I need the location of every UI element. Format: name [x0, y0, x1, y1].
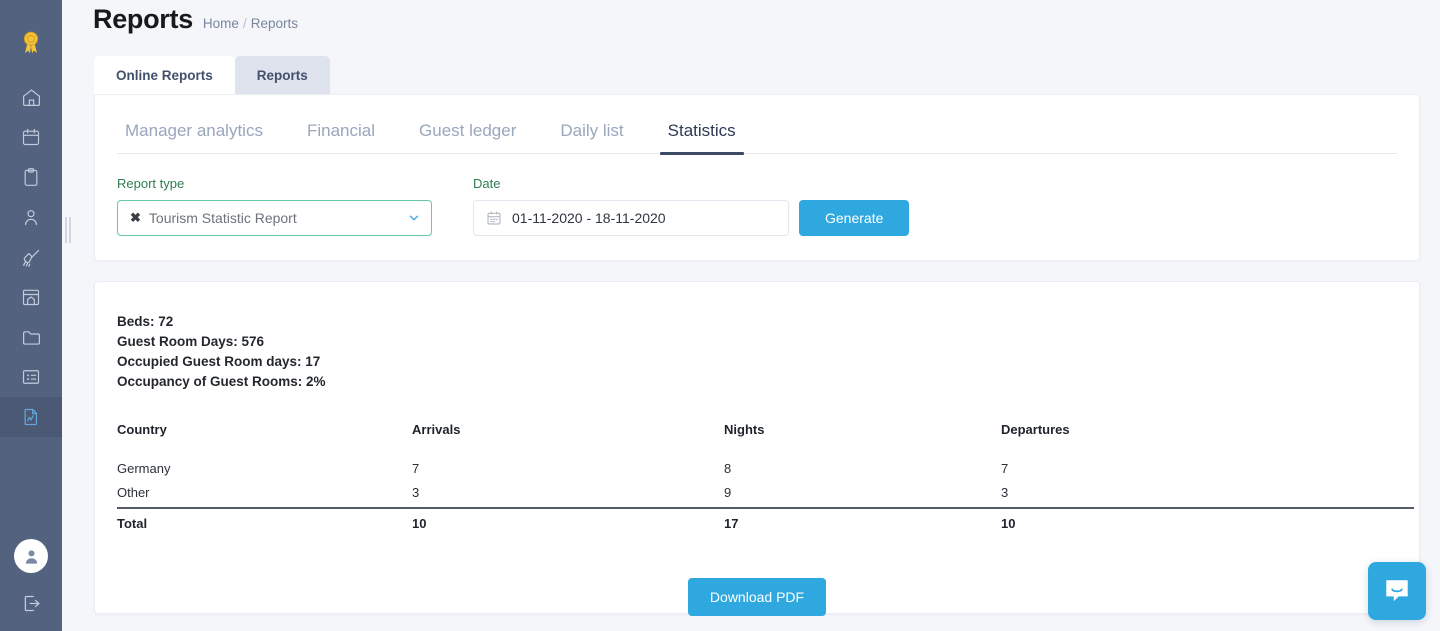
tab-guest-ledger[interactable]: Guest ledger: [411, 121, 524, 153]
sidebar-item-guests[interactable]: [0, 197, 62, 237]
column-header-arrivals: Arrivals: [412, 422, 461, 437]
date-range-value: 01-11-2020 - 18-11-2020: [512, 210, 666, 226]
sidebar-item-reports[interactable]: [0, 397, 62, 437]
summary-occupied-guest-room-days: Occupied Guest Room days: 17: [117, 354, 321, 369]
cell-total-departures: 10: [1001, 507, 1414, 538]
close-x-icon[interactable]: ✖: [130, 210, 141, 226]
avatar[interactable]: [14, 539, 48, 573]
page-header: Reports Home / Reports: [62, 0, 1440, 40]
filters-row: Report type ✖ Tourism Statistic Report D…: [95, 154, 1419, 260]
calendar-icon: [486, 210, 502, 226]
download-row: Download PDF: [117, 578, 1397, 616]
breadcrumb-current: Reports: [250, 16, 298, 31]
chat-launcher-button[interactable]: [1368, 562, 1426, 620]
handle-bar: [68, 217, 71, 243]
summary-guest-room-days: Guest Room Days: 576: [117, 334, 265, 349]
sidebar-item-files[interactable]: [0, 317, 62, 357]
cell-total-label: Total: [117, 507, 412, 538]
report-type-value: Tourism Statistic Report: [148, 210, 297, 226]
sidebar-item-rooms[interactable]: [0, 277, 62, 317]
sidebar: [0, 0, 62, 631]
statistics-table: Country Arrivals Nights Departures Germa…: [117, 422, 1414, 538]
tab-daily-list[interactable]: Daily list: [552, 121, 631, 153]
breadcrumb: Home / Reports: [203, 5, 298, 43]
main-content: Reports Home / Reports Online Reports Repo…: [62, 0, 1440, 631]
sidebar-item-clipboard[interactable]: [0, 157, 62, 197]
table-total-row: Total 10 17 10: [117, 507, 1414, 538]
sidebar-nav: [0, 77, 62, 437]
summary-beds: Beds: 72: [117, 314, 174, 329]
tab-reports[interactable]: Reports: [234, 56, 330, 94]
download-pdf-button[interactable]: Download PDF: [687, 578, 827, 616]
sidebar-footer: [0, 539, 62, 631]
filters-card: Manager analytics Financial Guest ledger…: [94, 94, 1420, 261]
summary-occupancy: Occupancy of Guest Rooms: 2%: [117, 374, 326, 389]
date-range-input[interactable]: 01-11-2020 - 18-11-2020: [473, 200, 789, 236]
column-header-departures: Departures: [1001, 422, 1070, 437]
cell-departures: 3: [1001, 485, 1009, 500]
sidebar-item-housekeeping[interactable]: [0, 237, 62, 277]
breadcrumb-home[interactable]: Home: [203, 16, 239, 31]
outer-tabs: Online Reports Reports: [62, 56, 1440, 94]
chevron-down-icon[interactable]: [407, 211, 421, 225]
sidebar-item-board[interactable]: [0, 357, 62, 397]
report-type-select[interactable]: ✖ Tourism Statistic Report: [117, 200, 432, 236]
report-type-label: Report type: [117, 176, 185, 191]
report-type-field: Report type ✖ Tourism Statistic Report: [117, 176, 432, 236]
cell-country: Germany: [117, 461, 171, 476]
cell-departures: 7: [1001, 461, 1009, 476]
report-card: Beds: 72 Guest Room Days: 576 Occupied G…: [94, 281, 1420, 616]
cell-nights: 8: [724, 461, 732, 476]
generate-button[interactable]: Generate: [799, 200, 910, 236]
date-field: Date 01-11-2020 - 18-11-2020: [473, 176, 789, 236]
chat-bubble-icon: [1386, 580, 1408, 602]
column-header-country: Country: [117, 422, 167, 437]
sidebar-item-calendar[interactable]: [0, 117, 62, 157]
tab-manager-analytics[interactable]: Manager analytics: [117, 121, 271, 153]
tab-online-reports[interactable]: Online Reports: [94, 56, 235, 94]
breadcrumb-separator: /: [242, 16, 247, 31]
logout-icon[interactable]: [16, 591, 46, 615]
award-badge-icon: [16, 27, 46, 57]
date-label: Date: [473, 176, 501, 191]
cell-total-nights: 17: [724, 507, 1001, 538]
column-header-nights: Nights: [724, 422, 765, 437]
inner-tabs: Manager analytics Financial Guest ledger…: [117, 95, 1397, 155]
cell-total-arrivals: 10: [412, 507, 724, 538]
report-summary: Beds: 72 Guest Room Days: 576 Occupied G…: [117, 312, 1397, 392]
report-body: Beds: 72 Guest Room Days: 576 Occupied G…: [95, 282, 1419, 616]
page-title: Reports: [93, 4, 193, 34]
tab-financial[interactable]: Financial: [299, 121, 383, 153]
cell-nights: 9: [724, 485, 732, 500]
handle-bar: [64, 217, 67, 243]
table-row: Other 3 9 3: [117, 483, 1414, 508]
table-header-row: Country Arrivals Nights Departures: [117, 422, 1414, 459]
cell-arrivals: 7: [412, 461, 420, 476]
sidebar-item-home[interactable]: [0, 77, 62, 117]
cell-arrivals: 3: [412, 485, 420, 500]
sidebar-resize-handle[interactable]: [62, 214, 73, 246]
table-row: Germany 7 8 7: [117, 459, 1414, 483]
cell-country: Other: [117, 485, 150, 500]
tab-statistics[interactable]: Statistics: [659, 121, 744, 155]
